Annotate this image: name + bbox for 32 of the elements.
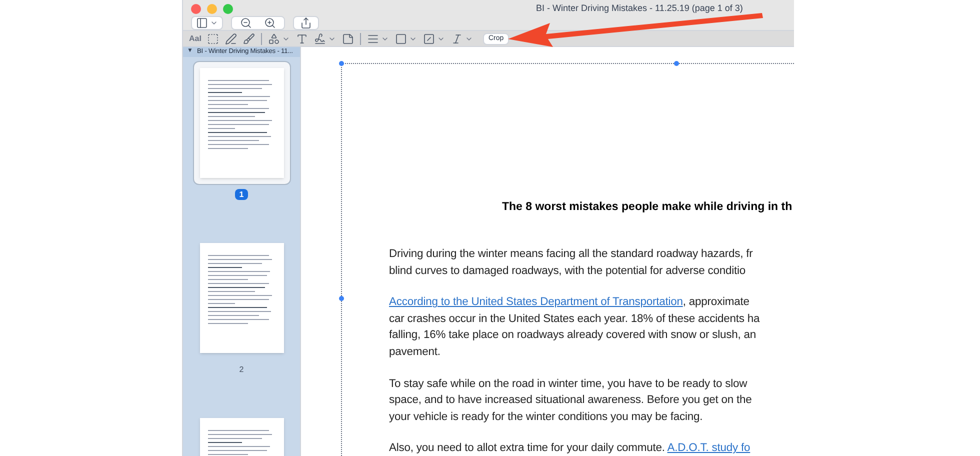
page-number: 1 [235,188,248,200]
line-style-icon[interactable] [367,32,380,44]
text-box-icon[interactable] [296,32,308,44]
sidebar-toggle-icon[interactable] [196,17,208,29]
fill-color-icon[interactable] [423,32,436,44]
body-paragraph: To stay safe while on the road in winter time, you have to be ready to slow space, and to have increased situational awareness. Before you get on the your vehicle is ready for the winter conditions you may be facing. [389,376,753,425]
body-paragraph: According to the United States Department of Transportation, approximate car crashes occur in the United States each year. 18% of these accidents ha falling, 16% take place on roadways already covered with snow or slush, an pavement. [389,295,761,360]
pen-icon[interactable] [225,32,238,44]
body-paragraph: Also, you need to allot extra time for your daily commute. A.D.O.T. study fo [389,441,752,456]
body-paragraph: Driving during the winter means facing all the standard roadway hazards, fr blind curves to damaged roadways, with the potential for adverse conditio [389,247,754,279]
selection-handle[interactable] [339,296,344,301]
shapes-icon[interactable] [268,32,280,44]
text-tool-icon[interactable]: AaI [189,32,202,44]
brush-icon[interactable] [243,32,256,44]
page-number: 2 [239,364,244,375]
rectangle-selection-icon[interactable] [207,32,220,44]
zoom-out-icon[interactable] [240,17,252,29]
document-link[interactable]: A.D.O.T. study fo [667,442,750,454]
share-icon[interactable] [300,17,312,29]
document-title: The 8 worst mistakes people make while driving in th [502,200,794,215]
page-thumbnail[interactable] [192,60,290,185]
caret-icon [210,19,218,27]
border-color-icon[interactable] [395,32,408,44]
font-icon[interactable] [451,32,464,44]
close-window-icon[interactable] [191,4,201,14]
document-link[interactable]: According to the United States Department of Transportation [389,296,683,308]
signature-icon[interactable] [314,32,326,44]
selection-handle[interactable] [339,61,344,66]
window-title: BI - Winter Driving Mistakes - 11.25.19 (page 1 of 3) [536,2,743,16]
zoom-in-icon[interactable] [264,17,276,29]
note-icon[interactable] [342,32,354,44]
selection-handle[interactable] [674,61,679,66]
